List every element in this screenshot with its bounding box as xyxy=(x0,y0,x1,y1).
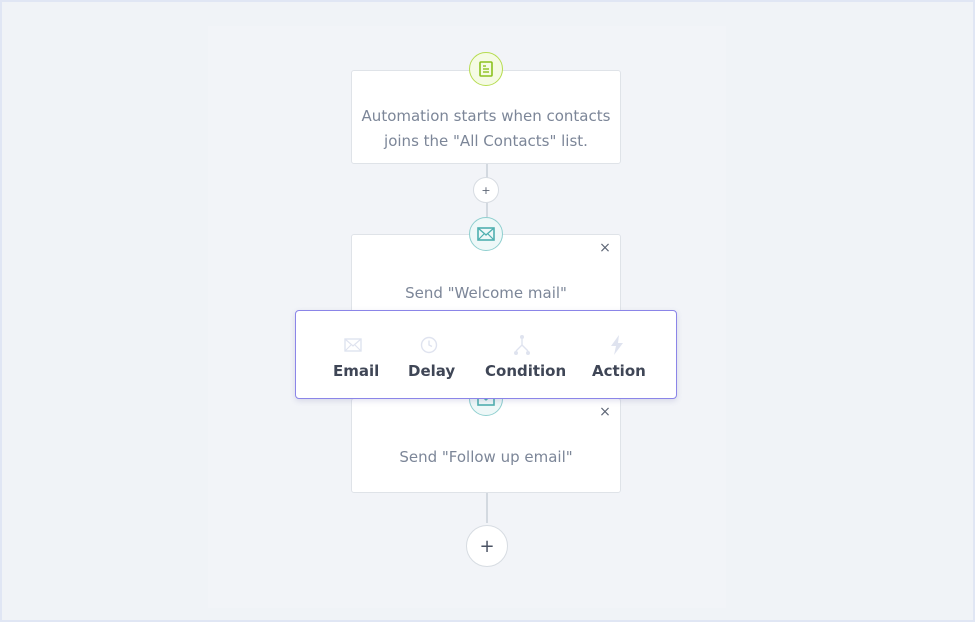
close-icon[interactable]: × xyxy=(598,405,612,419)
step-label: Send "Follow up email" xyxy=(399,448,573,466)
trigger-text-line1: Automation starts when contacts xyxy=(361,107,611,125)
step-node-email xyxy=(469,217,503,251)
connector-line xyxy=(486,493,488,523)
trigger-node xyxy=(469,52,503,86)
branch-icon xyxy=(514,335,530,355)
connector-line xyxy=(486,164,488,178)
add-step-button[interactable]: + xyxy=(473,177,499,203)
list-document-icon xyxy=(479,61,493,77)
step-label: Send "Welcome mail" xyxy=(405,284,567,302)
add-step-end-button[interactable]: + xyxy=(466,525,508,567)
connector-line xyxy=(486,203,488,217)
menu-option-delay[interactable]: Delay xyxy=(408,333,455,380)
lightning-icon xyxy=(611,335,623,355)
close-icon[interactable]: × xyxy=(598,241,612,255)
menu-option-condition[interactable]: Condition xyxy=(485,333,566,380)
menu-option-action[interactable]: Action xyxy=(592,333,646,380)
clock-icon xyxy=(420,336,438,354)
menu-option-email[interactable]: Email xyxy=(333,333,379,380)
envelope-icon xyxy=(344,338,362,352)
envelope-icon xyxy=(477,227,495,241)
trigger-text-line2: joins the "All Contacts" list. xyxy=(384,132,588,150)
add-step-menu: Email Delay Condition Action xyxy=(295,310,677,399)
